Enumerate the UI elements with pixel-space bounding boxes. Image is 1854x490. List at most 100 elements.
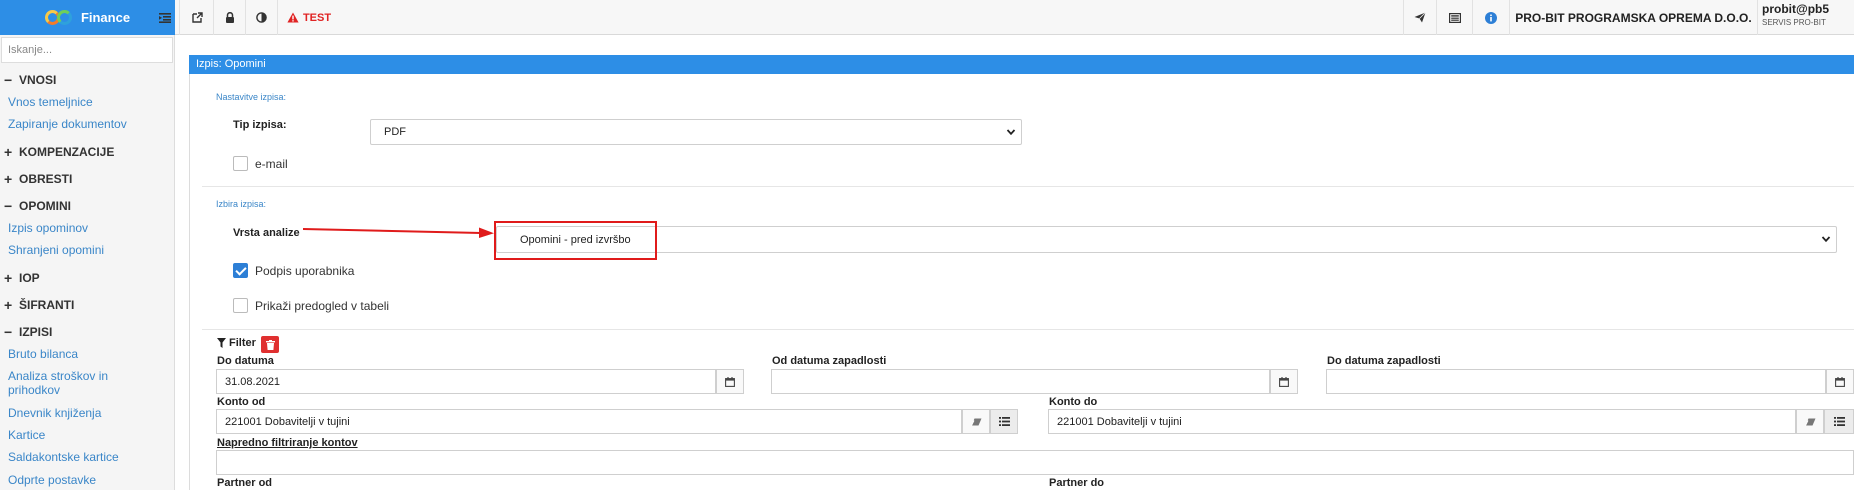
account-from-list-button[interactable] bbox=[990, 409, 1018, 434]
panel-title: Izpis: Opomini bbox=[189, 55, 1854, 74]
sidebar-section-iop[interactable]: + IOP bbox=[4, 271, 40, 285]
table-preview-label: Prikaži predogled v tabeli bbox=[255, 299, 390, 313]
account-from-clear-button[interactable] bbox=[962, 409, 990, 434]
section-label: ŠIFRANTI bbox=[19, 298, 75, 312]
newspaper-icon bbox=[1448, 12, 1461, 23]
partner-from-label: Partner od bbox=[217, 477, 273, 489]
sidebar-link-izpis-opominov[interactable]: Izpis opominov bbox=[8, 221, 88, 235]
test-label: TEST bbox=[302, 11, 332, 24]
divider bbox=[202, 329, 1854, 330]
sidebar-section-izpisi[interactable]: − IZPISI bbox=[4, 325, 52, 339]
section-label: OBRESTI bbox=[19, 172, 73, 186]
account-to-list-button[interactable] bbox=[1824, 409, 1854, 434]
email-checkbox[interactable] bbox=[233, 156, 248, 171]
info-button[interactable] bbox=[1473, 0, 1510, 35]
section-label: VNOSI bbox=[19, 73, 57, 87]
sidebar-section-sifranti[interactable]: + ŠIFRANTI bbox=[4, 298, 74, 312]
analysis-type-select[interactable]: Opomini - pred izvršbo bbox=[496, 226, 1837, 253]
news-button[interactable] bbox=[1437, 0, 1473, 35]
date-to-label: Do datuma bbox=[217, 355, 274, 367]
open-external-button[interactable] bbox=[182, 0, 214, 35]
calendar-icon bbox=[1835, 376, 1845, 387]
menu-toggle-button[interactable] bbox=[150, 0, 180, 35]
selection-heading: Izbira izpisa: bbox=[216, 199, 267, 209]
table-preview-checkbox[interactable] bbox=[233, 298, 248, 313]
output-type-label: Tip izpisa: bbox=[233, 119, 287, 131]
due-date-from-input[interactable] bbox=[771, 369, 1270, 394]
expand-icon: + bbox=[4, 171, 13, 187]
app-name: Finance bbox=[80, 10, 131, 25]
sidebar-link-shranjeni-opomini[interactable]: Shranjeni opomini bbox=[8, 243, 104, 257]
sidebar-link-kartice[interactable]: Kartice bbox=[8, 428, 45, 442]
section-label: KOMPENZACIJE bbox=[19, 145, 115, 159]
sidebar-section-vnosi[interactable]: − VNOSI bbox=[4, 73, 56, 87]
eraser-icon bbox=[1804, 418, 1815, 426]
filter-title: Filter bbox=[229, 337, 256, 349]
output-type-select[interactable]: PDF bbox=[370, 119, 1022, 145]
company-name: PRO-BIT PROGRAMSKA OPREMA D.O.O. bbox=[1510, 0, 1758, 35]
account-from-input[interactable]: 221001 Dobavitelji v tujini bbox=[216, 409, 962, 434]
user-signature-label: Podpis uporabnika bbox=[255, 264, 355, 278]
sidebar-link-analiza-line1[interactable]: Analiza stroškov in bbox=[8, 369, 108, 383]
top-bar: Finance TEST PRO-BIT PROGRAMSKA OPREMA D… bbox=[0, 0, 1854, 35]
expand-icon: + bbox=[4, 297, 13, 313]
list-icon bbox=[998, 417, 1010, 426]
sidebar-section-opomini[interactable]: − OPOMINI bbox=[4, 199, 71, 213]
chevron-down-icon bbox=[1821, 236, 1831, 243]
sidebar-link-odprte-postavke[interactable]: Odprte postavke bbox=[8, 473, 96, 487]
section-label: IZPISI bbox=[19, 325, 53, 339]
filter-icon bbox=[217, 338, 226, 348]
advanced-account-filter-input[interactable] bbox=[216, 450, 1854, 475]
date-to-calendar-button[interactable] bbox=[716, 369, 744, 394]
output-type-value: PDF bbox=[384, 126, 406, 138]
expand-icon: + bbox=[4, 144, 13, 160]
due-date-from-calendar-button[interactable] bbox=[1270, 369, 1298, 394]
advanced-account-filter-label[interactable]: Napredno filtriranje kontov bbox=[217, 437, 358, 449]
annotation-highlight-box bbox=[494, 221, 657, 260]
finance-logo-icon bbox=[44, 9, 75, 27]
collapse-icon: − bbox=[4, 72, 13, 88]
lock-button[interactable] bbox=[214, 0, 246, 35]
sidebar-link-zapiranje-dokumentov[interactable]: Zapiranje dokumentov bbox=[8, 117, 127, 131]
collapse-icon: − bbox=[4, 324, 13, 340]
test-environment-button[interactable]: TEST bbox=[278, 0, 340, 35]
partner-to-label: Partner do bbox=[1049, 477, 1105, 489]
due-date-to-input[interactable] bbox=[1326, 369, 1826, 394]
filter-heading: Filter bbox=[217, 337, 256, 349]
warning-icon bbox=[287, 12, 299, 23]
calendar-icon bbox=[1279, 376, 1289, 387]
account-to-clear-button[interactable] bbox=[1796, 409, 1824, 434]
date-to-input[interactable]: 31.08.2021 bbox=[216, 369, 716, 394]
account-to-input[interactable]: 221001 Dobavitelji v tujini bbox=[1048, 409, 1796, 434]
contrast-button[interactable] bbox=[246, 0, 278, 35]
external-link-icon bbox=[192, 12, 203, 23]
clear-filter-button[interactable] bbox=[261, 336, 279, 353]
sidebar-link-analiza-line2[interactable]: prihodkov bbox=[8, 383, 60, 397]
paper-plane-icon bbox=[1414, 12, 1426, 23]
sidebar-section-kompenzacije[interactable]: + KOMPENZACIJE bbox=[4, 145, 114, 159]
send-button[interactable] bbox=[1403, 0, 1437, 35]
user-signature-checkbox[interactable] bbox=[233, 263, 248, 278]
sidebar-link-vnos-temeljnice[interactable]: Vnos temeljnice bbox=[8, 95, 93, 109]
settings-heading: Nastavitve izpisa: bbox=[216, 92, 287, 102]
sidebar-link-dnevnik-knjizenja[interactable]: Dnevnik knjiženja bbox=[8, 406, 101, 420]
list-icon bbox=[1833, 417, 1845, 426]
due-date-to-label: Do datuma zapadlosti bbox=[1327, 355, 1441, 367]
divider bbox=[202, 186, 1854, 187]
user-menu[interactable]: probit@pb5 SERVIS PRO-BIT bbox=[1762, 2, 1854, 27]
sidebar-link-saldakontske-kartice[interactable]: Saldakontske kartice bbox=[8, 450, 119, 464]
app-brand[interactable]: Finance bbox=[0, 0, 175, 35]
sidebar-link-bruto-bilanca[interactable]: Bruto bilanca bbox=[8, 347, 78, 361]
sidebar-search-input[interactable] bbox=[1, 37, 173, 63]
analysis-type-label: Vrsta analize bbox=[233, 227, 300, 239]
due-date-to-calendar-button[interactable] bbox=[1826, 369, 1854, 394]
lock-icon bbox=[225, 12, 234, 23]
trash-icon bbox=[265, 339, 275, 350]
due-date-from-label: Od datuma zapadlosti bbox=[772, 355, 887, 367]
collapse-icon: − bbox=[4, 198, 13, 214]
indent-icon bbox=[158, 12, 171, 23]
eraser-icon bbox=[970, 418, 981, 426]
account-from-label: Konto od bbox=[217, 396, 266, 408]
sidebar-section-obresti[interactable]: + OBRESTI bbox=[4, 172, 72, 186]
account-to-label: Konto do bbox=[1049, 396, 1098, 408]
